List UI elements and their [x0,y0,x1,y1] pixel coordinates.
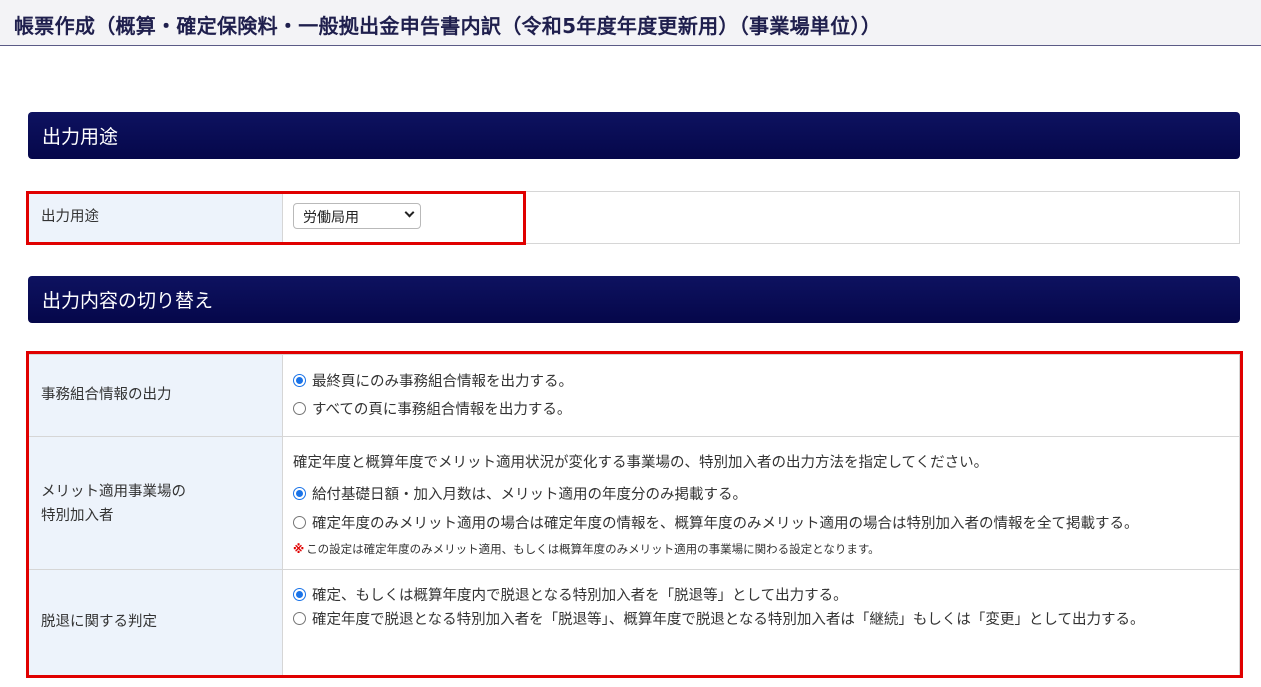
option-label: すべての頁に事務組合情報を出力する。 [312,402,572,418]
merit-note: ※ この設定は確定年度のみメリット適用、もしくは概算年度のみメリット適用の事業場に… [293,541,880,557]
row-label-cell: 事務組合情報の出力 [29,355,283,436]
note-text: この設定は確定年度のみメリット適用、もしくは概算年度のみメリット適用の事業場に関… [306,542,880,556]
section-heading-text: 出力内容の切り替え [42,290,214,312]
table-row-withdrawal: 脱退に関する判定 確定、もしくは概算年度内で脱退となる特別加入者を「脱退等」とし… [29,569,1239,675]
option-label: 給付基礎日額・加入月数は、メリット適用の年度分のみ掲載する。 [312,487,747,503]
radio-option-withdrawal-continue[interactable]: 確定年度で脱退となる特別加入者を「脱退等」、概算年度で脱退となる特別加入者は「継… [293,606,1223,634]
radio-selected-icon[interactable] [293,588,306,601]
output-switch-table: 事務組合情報の出力 最終頁にのみ事務組合情報を出力する。 すべての頁に事務組合情… [28,354,1240,676]
radio-option-last-page-only[interactable]: 最終頁にのみ事務組合情報を出力する。 [293,370,573,391]
chevron-down-icon [404,207,415,218]
page-header: 帳票作成（概算・確定保険料・一般拠出金申告書内訳（令和5年度年度更新用）（事業場… [0,0,1261,46]
radio-unselected-icon[interactable] [293,516,306,529]
table-row-merit-special: メリット適用事業場の 特別加入者 確定年度と概算年度でメリット適用状況が変化する… [29,436,1239,569]
merit-description: 確定年度と概算年度でメリット適用状況が変化する事業場の、特別加入者の出力方法を指… [293,455,989,471]
section-heading-output-switch: 出力内容の切り替え [28,276,1240,323]
radio-option-all-pages[interactable]: すべての頁に事務組合情報を出力する。 [293,398,571,419]
row-label-cell: 出力用途 [29,192,283,243]
row-label-cell: メリット適用事業場の 特別加入者 [29,437,283,569]
option-label: 確定年度で脱退となる特別加入者を「脱退等」、概算年度で脱退となる特別加入者は「継… [312,612,1145,628]
note-mark: ※ [293,542,305,556]
section-heading-text: 出力用途 [42,126,119,148]
radio-option-merit-all-info[interactable]: 確定年度のみメリット適用の場合は確定年度の情報を、概算年度のみメリット適用の場合… [293,512,1139,533]
row-value-cell: 労働局用 [283,192,1239,243]
radio-unselected-icon[interactable] [293,612,306,625]
radio-selected-icon[interactable] [293,374,306,387]
option-label: 確定年度のみメリット適用の場合は確定年度の情報を、概算年度のみメリット適用の場合… [312,516,1139,532]
union-info-label: 事務組合情報の出力 [41,387,172,403]
row-value-cell: 最終頁にのみ事務組合情報を出力する。 すべての頁に事務組合情報を出力する。 [283,355,1239,436]
row-value-cell: 確定、もしくは概算年度内で脱退となる特別加入者を「脱退等」として出力する。 確定… [283,570,1239,675]
radio-option-merit-year-only[interactable]: 給付基礎日額・加入月数は、メリット適用の年度分のみ掲載する。 [293,483,747,504]
output-purpose-select[interactable]: 労働局用 [293,203,421,229]
withdrawal-label: 脱退に関する判定 [41,614,157,630]
radio-selected-icon[interactable] [293,487,306,500]
merit-label-line1: メリット適用事業場の [41,484,186,500]
page-title: 帳票作成（概算・確定保険料・一般拠出金申告書内訳（令和5年度年度更新用）（事業場… [14,14,882,38]
row-label-cell: 脱退に関する判定 [29,570,283,675]
option-label: 最終頁にのみ事務組合情報を出力する。 [312,374,573,390]
section-heading-output-purpose: 出力用途 [28,112,1240,159]
output-purpose-label: 出力用途 [41,209,99,225]
radio-option-withdrawal-as-withdrawn[interactable]: 確定、もしくは概算年度内で脱退となる特別加入者を「脱退等」として出力する。 [293,584,848,605]
select-value: 労働局用 [303,210,359,226]
row-value-cell: 確定年度と概算年度でメリット適用状況が変化する事業場の、特別加入者の出力方法を指… [283,437,1239,569]
merit-label-line2: 特別加入者 [41,508,114,524]
option-label: 確定、もしくは概算年度内で脱退となる特別加入者を「脱退等」として出力する。 [312,588,848,604]
output-purpose-table: 出力用途 労働局用 [28,191,1240,244]
radio-unselected-icon[interactable] [293,402,306,415]
table-row-union-info: 事務組合情報の出力 最終頁にのみ事務組合情報を出力する。 すべての頁に事務組合情… [29,355,1239,436]
table-row: 出力用途 労働局用 [29,192,1239,243]
